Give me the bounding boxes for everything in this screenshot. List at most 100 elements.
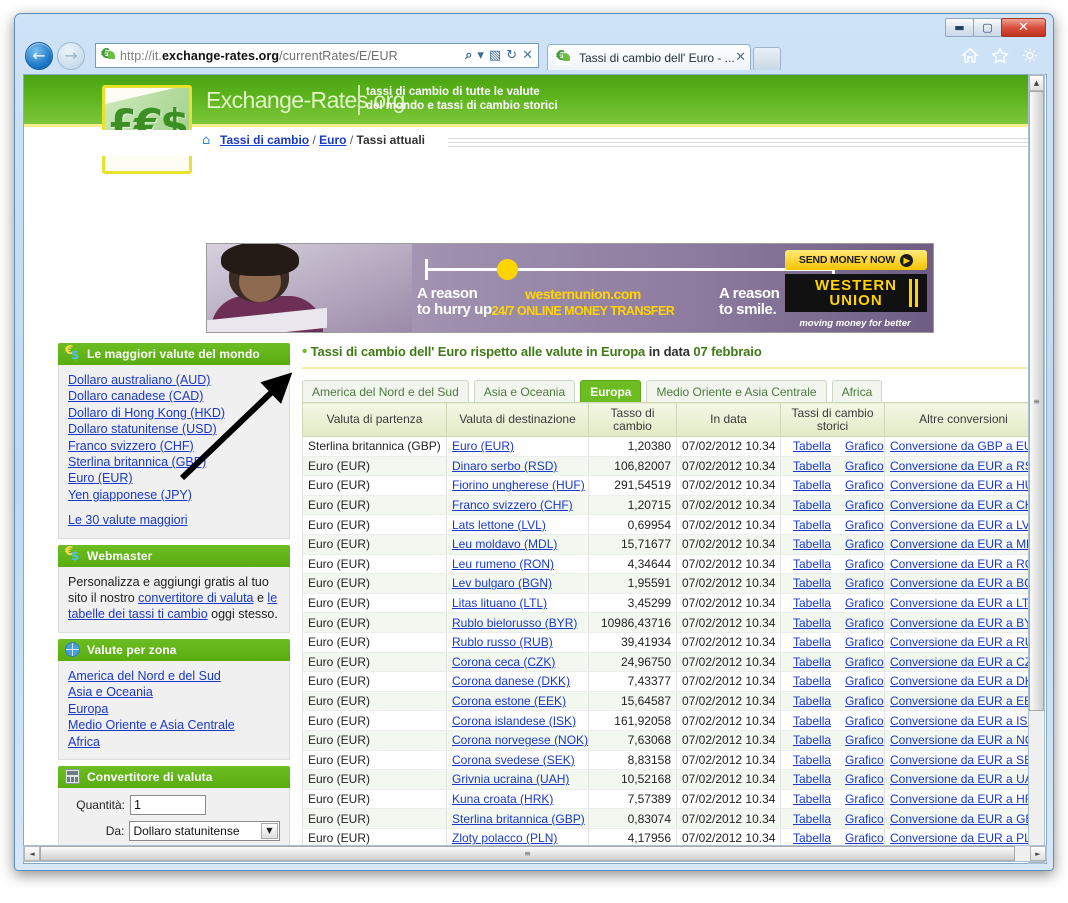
- link-to-currency[interactable]: Sterlina britannica (GBP): [452, 812, 585, 826]
- sidebar-link-hkd[interactable]: Dollaro di Hong Kong (HKD): [68, 405, 280, 421]
- link-historic-chart[interactable]: Grafico: [845, 557, 883, 571]
- link-historic-chart[interactable]: Grafico: [845, 812, 883, 826]
- sidebar-zone-asia-oceania[interactable]: Asia e Oceania: [68, 684, 280, 700]
- link-conversion[interactable]: Conversione da EUR a RON: [890, 557, 1030, 571]
- link-historic-table[interactable]: Tabella: [793, 714, 831, 728]
- link-conversion[interactable]: Conversione da EUR a BYR: [890, 616, 1030, 630]
- link-historic-table[interactable]: Tabella: [793, 518, 831, 532]
- link-historic-table[interactable]: Tabella: [793, 772, 831, 786]
- breadcrumb-link-rates[interactable]: Tassi di cambio: [220, 133, 309, 147]
- scroll-up-button[interactable]: ▲: [1029, 75, 1044, 91]
- converter-from-select[interactable]: Dollaro statunitense ▼: [129, 820, 280, 841]
- link-historic-chart[interactable]: Grafico: [845, 576, 883, 590]
- webmaster-link-converter[interactable]: convertitore di valuta: [138, 591, 253, 605]
- link-historic-table[interactable]: Tabella: [793, 635, 831, 649]
- link-historic-table[interactable]: Tabella: [793, 576, 831, 590]
- link-conversion[interactable]: Conversione da EUR a UAH: [890, 772, 1030, 786]
- maximize-button[interactable]: ▢: [973, 18, 1002, 37]
- refresh-icon[interactable]: ↻: [506, 49, 517, 62]
- link-to-currency[interactable]: Rublo russo (RUB): [452, 635, 553, 649]
- link-to-currency[interactable]: Leu rumeno (RON): [452, 557, 554, 571]
- link-historic-table[interactable]: Tabella: [793, 557, 831, 571]
- link-conversion[interactable]: Conversione da EUR a LVL: [890, 518, 1030, 532]
- link-historic-chart[interactable]: Grafico: [845, 478, 883, 492]
- link-to-currency[interactable]: Litas lituano (LTL): [452, 596, 547, 610]
- close-window-button[interactable]: ✕: [1001, 18, 1046, 37]
- link-to-currency[interactable]: Corona norvegese (NOK): [452, 733, 588, 747]
- stop-icon[interactable]: ✕: [522, 49, 533, 62]
- link-historic-chart[interactable]: Grafico: [845, 753, 883, 767]
- link-historic-chart[interactable]: Grafico: [845, 518, 883, 532]
- link-to-currency[interactable]: Kuna croata (HRK): [452, 792, 553, 806]
- tab-americas[interactable]: America del Nord e del Sud: [302, 380, 469, 402]
- link-historic-chart[interactable]: Grafico: [845, 772, 883, 786]
- new-tab-button[interactable]: [753, 47, 781, 70]
- sidebar-link-aud[interactable]: Dollaro australiano (AUD): [68, 372, 280, 388]
- link-conversion[interactable]: Conversione da EUR a DKK: [890, 674, 1030, 688]
- link-conversion[interactable]: Conversione da GBP a EUR: [890, 439, 1030, 453]
- chevron-down-icon[interactable]: ▼: [261, 822, 278, 839]
- sidebar-link-top30[interactable]: Le 30 valute maggiori: [68, 512, 280, 528]
- link-historic-table[interactable]: Tabella: [793, 459, 831, 473]
- link-historic-table[interactable]: Tabella: [793, 439, 831, 453]
- link-historic-chart[interactable]: Grafico: [845, 714, 883, 728]
- link-to-currency[interactable]: Fiorino ungherese (HUF): [452, 478, 585, 492]
- link-historic-chart[interactable]: Grafico: [845, 635, 883, 649]
- horizontal-scrollbar[interactable]: ◄ ≡ ►: [23, 845, 1047, 862]
- link-historic-table[interactable]: Tabella: [793, 812, 831, 826]
- link-historic-table[interactable]: Tabella: [793, 596, 831, 610]
- link-historic-table[interactable]: Tabella: [793, 792, 831, 806]
- horizontal-scrollbar-thumb[interactable]: ≡: [40, 846, 1015, 861]
- link-conversion[interactable]: Conversione da EUR a CZK: [890, 655, 1030, 669]
- link-historic-table[interactable]: Tabella: [793, 537, 831, 551]
- link-conversion[interactable]: Conversione da EUR a HUF: [890, 478, 1030, 492]
- link-conversion[interactable]: Conversione da EUR a HRK: [890, 792, 1030, 806]
- link-historic-table[interactable]: Tabella: [793, 616, 831, 630]
- tab-asia-oceania[interactable]: Asia e Oceania: [473, 380, 576, 402]
- gear-icon[interactable]: [1021, 47, 1039, 64]
- link-to-currency[interactable]: Corona islandese (ISK): [452, 714, 576, 728]
- link-historic-chart[interactable]: Grafico: [845, 596, 883, 610]
- link-conversion[interactable]: Conversione da EUR a NOK: [890, 733, 1030, 747]
- link-historic-chart[interactable]: Grafico: [845, 792, 883, 806]
- sidebar-link-chf[interactable]: Franco svizzero (CHF): [68, 438, 280, 454]
- browser-tab[interactable]: Tassi di cambio dell' Euro - ... ✕: [547, 44, 751, 70]
- home-icon[interactable]: [961, 47, 979, 64]
- tab-close-icon[interactable]: ✕: [735, 50, 746, 65]
- sidebar-link-usd[interactable]: Dollaro statunitense (USD): [68, 421, 280, 437]
- link-to-currency[interactable]: Lev bulgaro (BGN): [452, 576, 552, 590]
- sidebar-link-jpy[interactable]: Yen giapponese (JPY): [68, 487, 280, 503]
- address-bar[interactable]: http://it.exchange-rates.org/currentRate…: [95, 43, 539, 68]
- link-to-currency[interactable]: Corona svedese (SEK): [452, 753, 575, 767]
- tab-europa[interactable]: Europa: [580, 380, 642, 402]
- link-historic-table[interactable]: Tabella: [793, 655, 831, 669]
- link-to-currency[interactable]: Lats lettone (LVL): [452, 518, 546, 532]
- link-to-currency[interactable]: Corona estone (EEK): [452, 694, 566, 708]
- link-to-currency[interactable]: Corona danese (DKK): [452, 674, 570, 688]
- compatibility-view-icon[interactable]: ▧: [489, 49, 501, 62]
- link-conversion[interactable]: Conversione da EUR a GBP: [890, 812, 1030, 826]
- link-to-currency[interactable]: Franco svizzero (CHF): [452, 498, 573, 512]
- link-to-currency[interactable]: Zloty polacco (PLN): [452, 831, 557, 845]
- link-historic-chart[interactable]: Grafico: [845, 439, 883, 453]
- link-historic-table[interactable]: Tabella: [793, 498, 831, 512]
- link-to-currency[interactable]: Corona ceca (CZK): [452, 655, 555, 669]
- sidebar-link-cad[interactable]: Dollaro canadese (CAD): [68, 388, 280, 404]
- link-historic-table[interactable]: Tabella: [793, 478, 831, 492]
- scroll-right-button[interactable]: ►: [1030, 846, 1046, 861]
- link-historic-chart[interactable]: Grafico: [845, 655, 883, 669]
- link-historic-chart[interactable]: Grafico: [845, 674, 883, 688]
- link-conversion[interactable]: Conversione da EUR a PLN: [890, 831, 1030, 845]
- link-historic-table[interactable]: Tabella: [793, 831, 831, 845]
- chevron-down-icon[interactable]: ▾: [477, 49, 484, 62]
- link-historic-table[interactable]: Tabella: [793, 674, 831, 688]
- sidebar-link-eur[interactable]: Euro (EUR): [68, 470, 280, 486]
- link-historic-chart[interactable]: Grafico: [845, 831, 883, 845]
- sidebar-zone-africa[interactable]: Africa: [68, 734, 280, 750]
- back-button[interactable]: ←: [25, 42, 53, 70]
- link-conversion[interactable]: Conversione da EUR a ISK: [890, 714, 1030, 728]
- link-conversion[interactable]: Conversione da EUR a RUB: [890, 635, 1030, 649]
- link-to-currency[interactable]: Dinaro serbo (RSD): [452, 459, 557, 473]
- link-conversion[interactable]: Conversione da EUR a BGN: [890, 576, 1030, 590]
- favorites-star-icon[interactable]: [991, 47, 1009, 64]
